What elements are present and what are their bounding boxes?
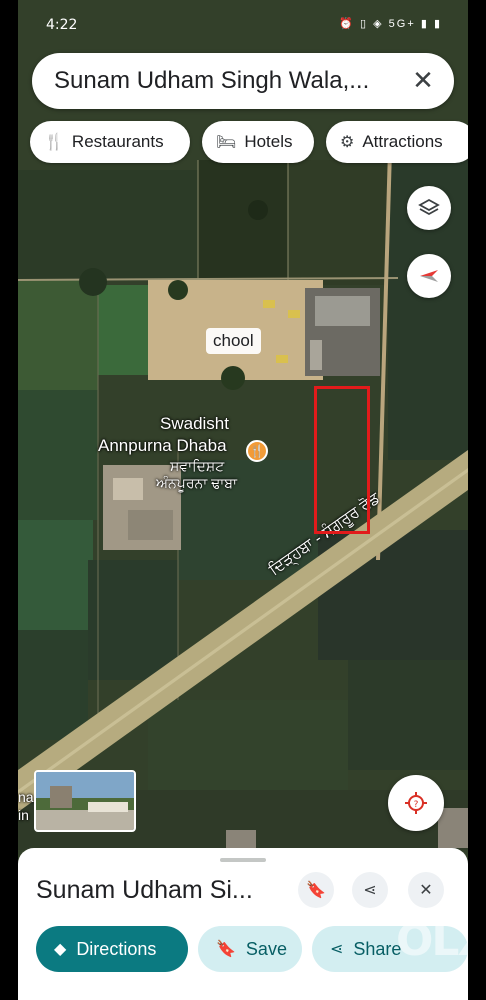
layers-button[interactable]: [407, 186, 451, 230]
status-bar: 4:22 ⏰ ▯ ◈ 5G+ ▮ ▮: [18, 0, 468, 48]
close-icon: ✕: [419, 882, 433, 899]
left-edge: [0, 0, 18, 1000]
poi-name-line2[interactable]: Annpurna Dhaba: [98, 436, 227, 456]
attraction-icon: ⚙: [340, 134, 355, 151]
restaurant-pin-icon[interactable]: 🍴: [246, 440, 268, 462]
share-icon: ⋖: [330, 941, 344, 958]
chip-label: Attractions: [362, 132, 443, 151]
bookmark-icon: 🔖: [216, 941, 236, 958]
drag-handle[interactable]: [220, 858, 266, 862]
bed-icon: 🛏: [216, 134, 237, 151]
close-icon[interactable]: ✕: [408, 65, 438, 95]
street-view-image: [36, 772, 134, 830]
highlight-rectangle: [314, 386, 370, 534]
share-button-small[interactable]: ⋖: [352, 872, 388, 908]
olx-watermark: OLX: [396, 915, 468, 966]
my-location-button[interactable]: ?: [388, 775, 444, 831]
compass-button[interactable]: [407, 254, 451, 298]
compass-icon: [420, 270, 438, 282]
search-bar[interactable]: Sunam Udham Singh Wala,... ✕: [32, 53, 454, 109]
share-label: Share: [353, 938, 402, 959]
save-button[interactable]: 🔖 Save: [198, 926, 302, 972]
chip-attractions[interactable]: ⚙ Attractions: [326, 121, 468, 163]
bookmark-icon: 🔖: [306, 882, 326, 899]
poi-name-local1[interactable]: ਸਵਾਦਿਸ਼ਟ: [170, 458, 224, 475]
street-view-thumbnail[interactable]: [34, 770, 136, 832]
chip-label: Restaurants: [71, 132, 164, 151]
directions-label: Directions: [76, 938, 157, 959]
save-label: Save: [245, 938, 287, 959]
search-query[interactable]: Sunam Udham Singh Wala,...: [54, 67, 394, 95]
layers-icon: [418, 198, 440, 216]
poi-name-local2[interactable]: ਅੰਨਪੂਰਨਾ ਢਾਬਾ: [156, 475, 237, 492]
school-label[interactable]: chool: [206, 328, 261, 354]
chip-label: Hotels: [244, 132, 293, 151]
category-chips: 🍴 Restaurants 🛏 Hotels ⚙ Attractions: [30, 121, 468, 163]
directions-button[interactable]: ◆ Directions: [36, 926, 188, 972]
close-sheet-button[interactable]: ✕: [408, 872, 444, 908]
location-target-icon: ?: [405, 792, 427, 814]
chip-hotels[interactable]: 🛏 Hotels: [202, 121, 314, 163]
directions-icon: ◆: [54, 941, 67, 958]
svg-text:?: ?: [414, 800, 419, 810]
fork-knife-icon: 🍴: [44, 134, 64, 151]
status-icons: ⏰ ▯ ◈ 5G+ ▮ ▮: [339, 18, 442, 30]
save-bookmark-button[interactable]: 🔖: [298, 872, 334, 908]
right-edge: [468, 0, 486, 1000]
map-edge-label: na in: [18, 789, 34, 823]
chip-restaurants[interactable]: 🍴 Restaurants: [30, 121, 190, 163]
share-icon: ⋖: [363, 882, 377, 899]
screen: chool Swadisht Annpurna Dhaba ਸਵਾਦਿਸ਼ਟ ਅ…: [18, 0, 468, 1000]
poi-name-line1[interactable]: Swadisht: [160, 414, 229, 434]
status-time: 4:22: [46, 17, 78, 33]
place-title: Sunam Udham Si...: [36, 876, 253, 904]
